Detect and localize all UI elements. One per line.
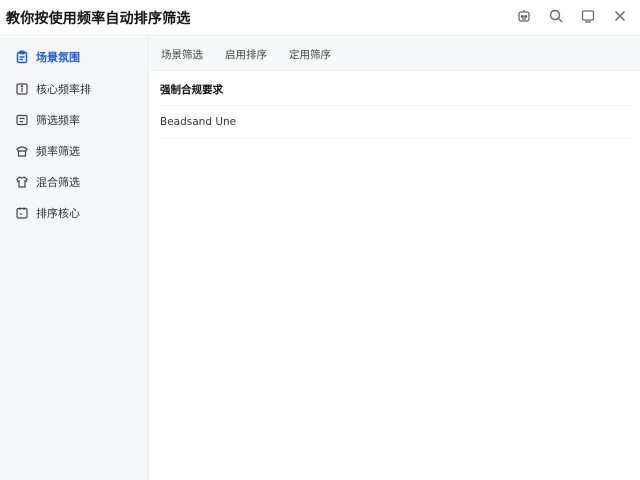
sidebar-item-frequency-filter[interactable]: 频率筛选 xyxy=(0,137,149,165)
sidebar-item-label: 排序核心 xyxy=(36,207,80,220)
tab-custom-sort[interactable]: 定用筛序 xyxy=(289,47,331,62)
sidebar: 场景氛围 核心频率排 筛选频率 频率筛选 混合筛选 排序核心 xyxy=(0,37,149,480)
chat-square-icon xyxy=(14,112,29,127)
title-bar: 教你按使用频率自动排序筛选 xyxy=(0,0,640,36)
window-title: 教你按使用频率自动排序筛选 xyxy=(6,11,191,27)
divider xyxy=(160,105,630,106)
sidebar-item-label: 筛选频率 xyxy=(36,114,80,127)
info-square-icon xyxy=(14,81,29,96)
sidebar-item-label: 核心频率排 xyxy=(36,83,91,96)
divider xyxy=(160,138,630,139)
sidebar-item-label: 频率筛选 xyxy=(36,145,80,158)
shirt-icon xyxy=(14,174,29,189)
sidebar-item-scene-atmosphere[interactable]: 场景氛围 xyxy=(0,43,149,71)
sidebar-item-sort-core[interactable]: 排序核心 xyxy=(0,199,149,227)
sidebar-item-label: 场景氛围 xyxy=(36,51,80,64)
main-content: 强制合规要求 Beadsand Une xyxy=(150,72,640,480)
sidebar-item-core-frequency[interactable]: 核心频率排 xyxy=(0,75,149,103)
sidebar-item-label: 混合筛选 xyxy=(36,176,80,189)
sidebar-item-filter-frequency[interactable]: 筛选频率 xyxy=(0,106,149,134)
sidebar-item-mixed-filter[interactable]: 混合筛选 xyxy=(0,168,149,196)
clipboard-icon xyxy=(14,49,29,64)
tab-bar: 场景筛选 启用排序 定用筛序 xyxy=(150,37,640,71)
tab-enable-sort[interactable]: 启用排序 xyxy=(225,47,267,62)
hat-icon xyxy=(14,143,29,158)
section-title: 强制合规要求 xyxy=(160,84,223,96)
robot-icon[interactable] xyxy=(514,6,534,26)
window-icon[interactable] xyxy=(578,6,598,26)
list-item[interactable]: Beadsand Une xyxy=(160,116,236,128)
calendar-icon xyxy=(14,205,29,220)
search-icon[interactable] xyxy=(546,6,566,26)
close-icon[interactable] xyxy=(610,6,630,26)
titlebar-controls xyxy=(514,6,630,26)
tab-scene-filter[interactable]: 场景筛选 xyxy=(161,47,203,62)
